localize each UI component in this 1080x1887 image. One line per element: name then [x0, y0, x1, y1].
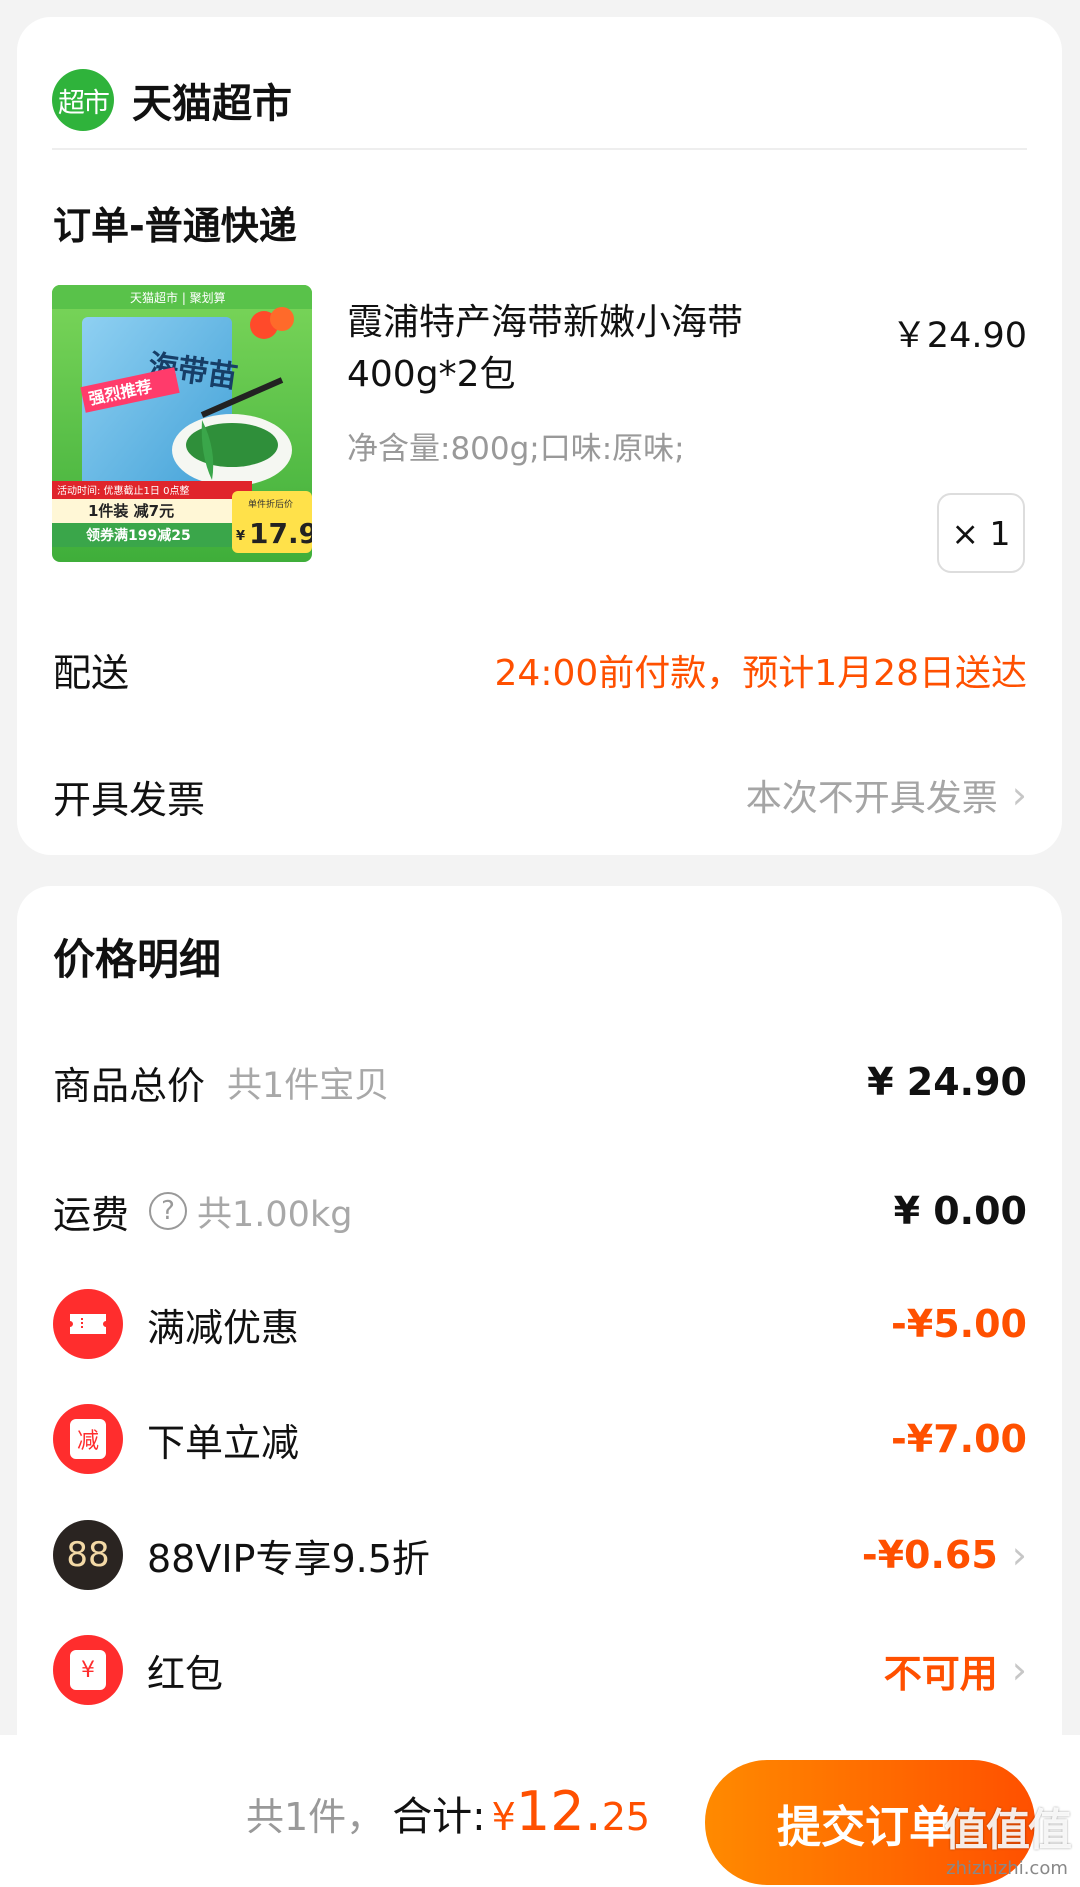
vip-label: 88VIP专享9.5折 — [147, 1536, 430, 1581]
delivery-label: 配送 — [53, 651, 130, 695]
price-detail-title: 价格明细 — [53, 935, 222, 984]
divider — [52, 148, 1027, 150]
image-deal-price: 17.9 — [249, 517, 312, 550]
vip-amount: -¥0.65 — [861, 1533, 998, 1577]
full-reduction-amount: -¥5.00 — [891, 1302, 1027, 1346]
store-name: 天猫超市 — [132, 81, 292, 127]
shipping-label: 运费 — [53, 1192, 130, 1237]
order-reduction-row: 减 下单立减 -¥7.00 — [53, 1401, 1027, 1477]
store-logo: 超市 — [52, 69, 114, 131]
shipping-sub: 共1.00kg — [197, 1194, 353, 1235]
total-amount: ¥12.25 — [492, 1780, 650, 1843]
goods-total-sub: 共1件宝贝 — [227, 1065, 390, 1106]
shipping-amount: ¥ 0.00 — [893, 1189, 1027, 1233]
chevron-right-icon: › — [1011, 1648, 1027, 1692]
watermark: 值值值 zhizhizhi.com — [944, 1794, 1072, 1879]
product-name[interactable]: 霞浦特产海带新嫩小海带400g*2包 — [347, 297, 807, 401]
image-brand-tag: 天猫超市 | 聚划算 — [130, 290, 226, 305]
watermark-text: 值值值 — [944, 1805, 1072, 1856]
image-deal-currency: ¥ — [236, 529, 245, 544]
reduction-badge-text: 减 — [70, 1419, 106, 1459]
vip-discount-row[interactable]: 88 88VIP专享9.5折 -¥0.65 › — [53, 1517, 1027, 1593]
image-deal-label: 单件折后价 — [248, 498, 293, 510]
total-label: 合计: — [392, 1794, 486, 1840]
order-title: 订单-普通快递 — [53, 204, 297, 248]
reduction-icon: 减 — [53, 1404, 123, 1474]
total-int: 12. — [515, 1780, 602, 1843]
full-reduction-row: 满减优惠 -¥5.00 — [53, 1286, 1027, 1362]
store-header[interactable]: 超市 天猫超市 — [52, 52, 292, 148]
product-price: ￥24.90 — [891, 316, 1027, 356]
total-currency: ¥ — [491, 1795, 516, 1839]
red-packet-label: 红包 — [147, 1651, 224, 1696]
image-promo-3: 领券满199减25 — [86, 527, 191, 544]
product-spec: 净含量:800g;口味:原味; — [347, 431, 685, 467]
image-promo-2: 1件装 减7元 — [88, 502, 174, 520]
red-packet-badge-text: ¥ — [70, 1650, 106, 1690]
item-count: 共1件， — [246, 1795, 385, 1839]
checkout-bar: 共1件， 合计: ¥12.25 提交订单 值值值 zhizhizhi.com — [0, 1735, 1080, 1887]
vip-amount-wrap: -¥0.65 › — [862, 1533, 1027, 1577]
invoice-label: 开具发票 — [53, 778, 206, 822]
image-promo-1: 活动时间: 优惠截止1日 0点整 — [57, 484, 189, 497]
total-dec: 25 — [601, 1795, 651, 1839]
product-image[interactable]: 天猫超市 | 聚划算 海带苗 强烈推荐 活动时间: 优惠截止1日 0点整 1件装… — [52, 285, 312, 562]
watermark-url: zhizhizhi.com — [946, 1858, 1068, 1879]
full-reduction-label: 满减优惠 — [147, 1305, 300, 1350]
chevron-right-icon: › — [1011, 773, 1027, 817]
order-reduction-label: 下单立减 — [147, 1420, 300, 1465]
red-packet-amount-wrap: 不可用 › — [884, 1643, 1027, 1698]
delivery-value: 24:00前付款，预计1月28日送达 — [494, 653, 1027, 694]
order-card: 超市 天猫超市 订单-普通快递 天猫超市 | 聚划算 海带苗 强烈推荐 活动时间… — [17, 17, 1062, 855]
goods-total-amount: ¥ 24.90 — [867, 1060, 1027, 1104]
order-reduction-amount: -¥7.00 — [891, 1417, 1027, 1461]
total-summary: 共1件， 合计: ¥12.25 — [246, 1780, 650, 1843]
red-packet-status: 不可用 — [883, 1651, 998, 1696]
red-packet-icon: ¥ — [53, 1635, 123, 1705]
quantity-selector[interactable]: × 1 — [937, 493, 1025, 573]
vip-88-icon: 88 — [53, 1520, 123, 1590]
goods-total-label: 商品总价 — [53, 1063, 206, 1108]
red-packet-row[interactable]: ¥ 红包 不可用 › — [53, 1632, 1027, 1708]
help-icon[interactable]: ? — [149, 1192, 188, 1230]
coupon-icon — [53, 1289, 123, 1359]
chevron-right-icon: › — [1011, 1533, 1027, 1577]
shipping-row: 运费 ? 共1.00kg ¥ 0.00 — [53, 1181, 1027, 1241]
invoice-value: 本次不开具发票 — [745, 778, 998, 819]
goods-total-row: 商品总价 共1件宝贝 ¥ 24.90 — [53, 1052, 1027, 1112]
invoice-row[interactable]: 本次不开具发票 › — [746, 769, 1027, 821]
